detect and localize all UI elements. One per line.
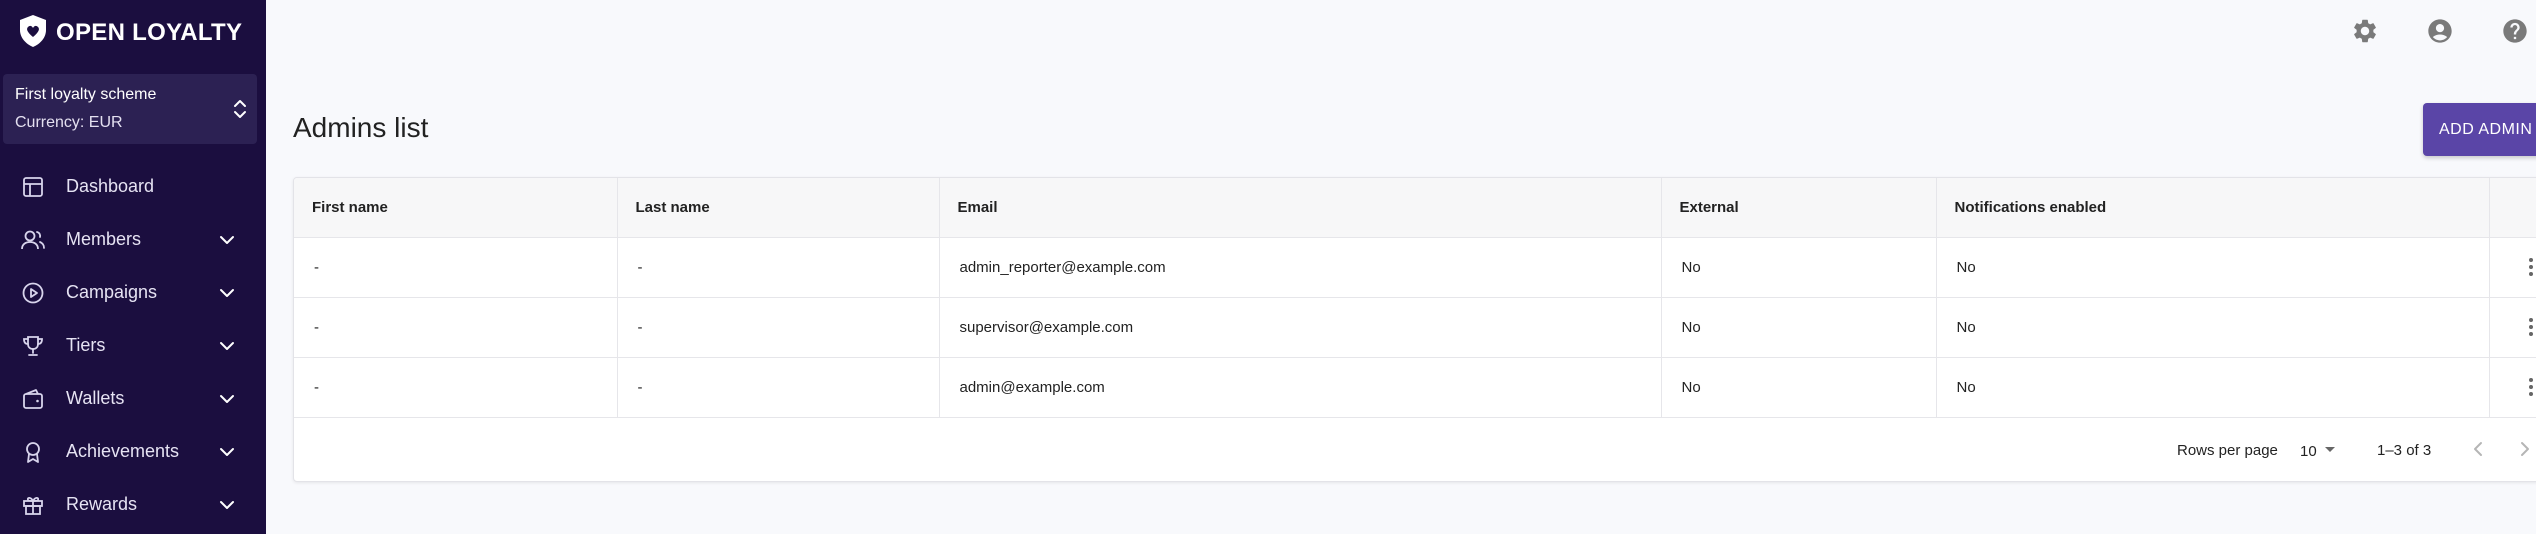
sidebar-item-label: Rewards bbox=[66, 494, 138, 514]
sidebar-item-campaigns[interactable]: Campaigns bbox=[0, 266, 266, 319]
cell-email: supervisor@example.com bbox=[939, 297, 1662, 358]
cell-first-name: - bbox=[294, 297, 618, 358]
rows-per-page-label: Rows per page bbox=[2177, 442, 2278, 459]
chevron-down-icon bbox=[218, 443, 236, 461]
cell-last-name: - bbox=[617, 297, 940, 358]
chevron-down-icon bbox=[218, 284, 236, 302]
sidebar-item-label: Dashboard bbox=[66, 176, 155, 196]
sidebar-item-rewards[interactable]: Rewards bbox=[0, 478, 266, 531]
table-row[interactable]: - - supervisor@example.com No No bbox=[294, 297, 2536, 358]
column-header-actions bbox=[2489, 178, 2536, 238]
sidebar-nav: Dashboard Members Campaigns Tiers Wallet… bbox=[0, 160, 266, 531]
chevron-right-icon bbox=[2518, 440, 2532, 463]
sidebar-item-dashboard[interactable]: Dashboard bbox=[0, 160, 266, 213]
unfold-icon bbox=[231, 96, 249, 122]
pagination-range: 1–3 of 3 bbox=[2377, 442, 2432, 459]
cell-actions bbox=[2489, 357, 2536, 418]
chevron-left-icon bbox=[2471, 440, 2485, 463]
column-header-last-name[interactable]: Last name bbox=[617, 178, 940, 238]
cell-email: admin_reporter@example.com bbox=[939, 237, 1662, 298]
chevron-down-icon bbox=[218, 496, 236, 514]
campaigns-icon bbox=[20, 280, 46, 306]
more-vert-icon[interactable] bbox=[2508, 298, 2536, 357]
column-header-external[interactable]: External bbox=[1661, 178, 1937, 238]
cell-notifications: No bbox=[1936, 237, 2490, 298]
cell-email: admin@example.com bbox=[939, 357, 1662, 418]
sidebar-item-label: Campaigns bbox=[66, 282, 158, 302]
page-title: Admins list bbox=[293, 112, 429, 143]
shield-heart-icon bbox=[18, 14, 48, 53]
cell-external: No bbox=[1661, 237, 1937, 298]
cell-last-name: - bbox=[617, 237, 940, 298]
scheme-currency: Currency: EUR bbox=[15, 114, 123, 131]
table-pagination: Rows per page 10 1–3 of 3 bbox=[294, 420, 2536, 481]
admins-table-card: First name Last name Email External Noti… bbox=[293, 177, 2536, 482]
table-header-row: First name Last name Email External Noti… bbox=[294, 178, 2536, 238]
sidebar-item-members[interactable]: Members bbox=[0, 213, 266, 266]
sidebar-item-tiers[interactable]: Tiers bbox=[0, 319, 266, 372]
rows-per-page-select[interactable]: 10 bbox=[2300, 438, 2337, 464]
gift-icon bbox=[20, 492, 46, 518]
table-row[interactable]: - - admin@example.com No No bbox=[294, 357, 2536, 418]
cell-external: No bbox=[1661, 357, 1937, 418]
account-icon[interactable] bbox=[2426, 17, 2454, 45]
chevron-down-icon bbox=[218, 390, 236, 408]
column-header-email[interactable]: Email bbox=[939, 178, 1662, 238]
members-icon bbox=[20, 227, 46, 253]
sidebar: OPEN LOYALTY First loyalty scheme Curren… bbox=[0, 0, 266, 534]
cell-actions bbox=[2489, 237, 2536, 298]
scheme-name: First loyalty scheme bbox=[15, 86, 157, 103]
help-icon[interactable] bbox=[2501, 17, 2529, 45]
cell-last-name: - bbox=[617, 357, 940, 418]
sidebar-item-label: Achievements bbox=[66, 441, 180, 461]
arrow-drop-down-icon bbox=[2323, 442, 2337, 460]
wallet-icon bbox=[20, 386, 46, 412]
brand-logo[interactable]: OPEN LOYALTY bbox=[18, 14, 243, 53]
trophy-icon bbox=[20, 333, 46, 359]
admins-table: First name Last name Email External Noti… bbox=[294, 178, 2536, 418]
sidebar-item-label: Wallets bbox=[66, 388, 125, 408]
sidebar-item-wallets[interactable]: Wallets bbox=[0, 372, 266, 425]
cell-notifications: No bbox=[1936, 357, 2490, 418]
award-icon bbox=[20, 439, 46, 465]
more-vert-icon[interactable] bbox=[2508, 238, 2536, 297]
cell-first-name: - bbox=[294, 357, 618, 418]
table-row[interactable]: - - admin_reporter@example.com No No bbox=[294, 237, 2536, 298]
chevron-down-icon bbox=[218, 231, 236, 249]
cell-external: No bbox=[1661, 297, 1937, 358]
brand-name: OPEN LOYALTY bbox=[56, 19, 243, 46]
rows-per-page-value: 10 bbox=[2300, 442, 2317, 460]
dashboard-icon bbox=[20, 174, 46, 200]
add-admin-button[interactable]: ADD ADMIN bbox=[2423, 103, 2536, 156]
scheme-selector[interactable]: First loyalty scheme Currency: EUR bbox=[3, 74, 257, 144]
chevron-down-icon bbox=[218, 337, 236, 355]
previous-page-button[interactable] bbox=[2466, 438, 2490, 464]
cell-first-name: - bbox=[294, 237, 618, 298]
cell-notifications: No bbox=[1936, 297, 2490, 358]
settings-icon[interactable] bbox=[2351, 17, 2379, 45]
cell-actions bbox=[2489, 297, 2536, 358]
next-page-button[interactable] bbox=[2513, 438, 2536, 464]
sidebar-item-achievements[interactable]: Achievements bbox=[0, 425, 266, 478]
more-vert-icon[interactable] bbox=[2508, 358, 2536, 417]
column-header-first-name[interactable]: First name bbox=[294, 178, 618, 238]
column-header-notifications[interactable]: Notifications enabled bbox=[1936, 178, 2490, 238]
sidebar-item-label: Members bbox=[66, 229, 142, 249]
sidebar-item-label: Tiers bbox=[66, 335, 106, 355]
